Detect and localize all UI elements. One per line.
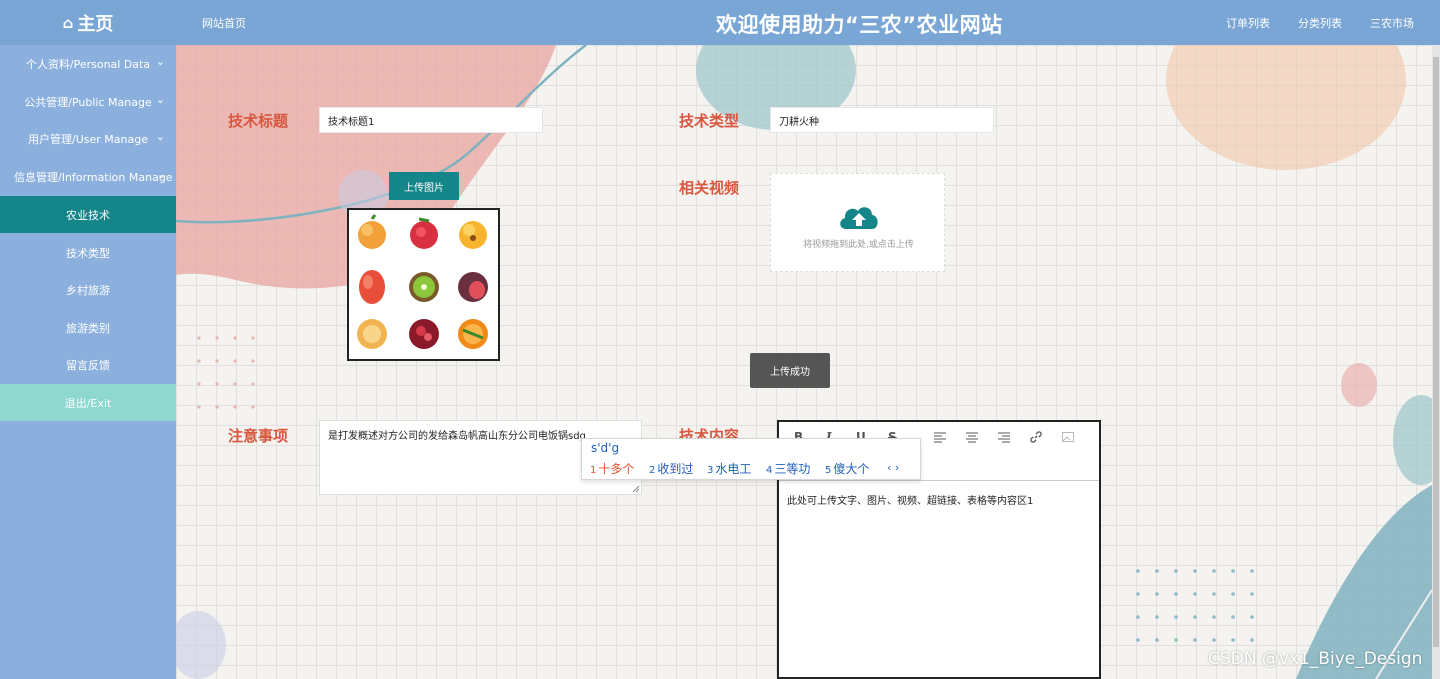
align-right-icon[interactable]: [998, 432, 1010, 443]
nav-market[interactable]: 三农市场: [1370, 15, 1414, 31]
sidebar-item-tour-category[interactable]: 旅游类别: [0, 309, 176, 346]
sidebar-item-information-manage[interactable]: 信息管理/Information Manage ⌄: [0, 158, 176, 195]
sidebar-item-label: 技术类型: [66, 246, 110, 260]
cloud-upload-icon: [840, 207, 878, 229]
type-label: 技术类型: [679, 112, 740, 130]
scrollbar-thumb[interactable]: [1433, 57, 1439, 647]
title-label: 技术标题: [228, 112, 289, 130]
home-brand[interactable]: ⌂ 主页: [0, 0, 176, 45]
sidebar-item-agri-tech[interactable]: 农业技术: [0, 196, 176, 233]
editor-content: 此处可上传文字、图片、视频、超链接、表格等内容区1: [787, 496, 1034, 507]
brand-label: 主页: [77, 13, 114, 35]
notes-text: 是打发概述对方公司的发给森岛帆高山东分公司电饭锅sdg: [328, 431, 586, 442]
site-title: 欢迎使用助力“三农”农业网站: [716, 13, 1003, 37]
upload-image-button[interactable]: 上传图片: [389, 172, 459, 200]
nav-category-list[interactable]: 分类列表: [1298, 15, 1342, 31]
sidebar-item-user-manage[interactable]: 用户管理/User Manage ⌄: [0, 120, 176, 157]
chevron-down-icon: ⌄: [156, 168, 166, 181]
title-input[interactable]: 技术标题1: [319, 107, 543, 133]
sidebar-item-label: 乡村旅游: [66, 283, 110, 297]
resize-handle-icon[interactable]: [632, 485, 640, 493]
sidebar-item-label: 退出/Exit: [64, 396, 112, 410]
sidebar-item-exit[interactable]: 退出/Exit: [0, 384, 176, 421]
home-icon: ⌂: [62, 13, 74, 32]
ime-candidate[interactable]: 5 傻大个: [825, 460, 869, 477]
nav-site-home[interactable]: 网站首页: [202, 15, 246, 31]
upload-success-toast: 上传成功: [750, 353, 830, 388]
ime-candidate[interactable]: 3 水电工: [707, 460, 751, 477]
sidebar: 个人资料/Personal Data ⌄ 公共管理/Public Manage …: [0, 45, 176, 679]
sidebar-item-label: 旅游类别: [66, 321, 110, 335]
notes-label: 注意事项: [228, 427, 289, 445]
sidebar-item-label: 信息管理/Information Manage: [14, 170, 173, 184]
sidebar-item-personal-data[interactable]: 个人资料/Personal Data ⌄: [0, 45, 176, 82]
image-icon[interactable]: [1062, 431, 1074, 443]
chevron-down-icon: ⌄: [155, 55, 165, 68]
chevron-down-icon: ⌄: [155, 93, 165, 106]
sidebar-item-label: 公共管理/Public Manage: [24, 95, 152, 109]
uploaded-image-thumbnail[interactable]: [347, 208, 500, 361]
ime-candidate[interactable]: 1 十多个: [590, 460, 634, 477]
type-input[interactable]: 刀耕火种: [770, 107, 994, 133]
sidebar-item-tech-type[interactable]: 技术类型: [0, 234, 176, 271]
video-upload-hint: 将视频拖到此处,或点击上传: [803, 240, 914, 250]
align-center-icon[interactable]: [966, 432, 978, 443]
page-scrollbar[interactable]: [1432, 45, 1440, 679]
ime-candidate[interactable]: 4 三等功: [766, 460, 810, 477]
chevron-down-icon: ⌄: [155, 130, 165, 143]
top-bar: ⌂ 主页 网站首页 欢迎使用助力“三农”农业网站 订单列表 分类列表 三农市场: [0, 0, 1440, 45]
ime-candidate-window: s'd'g 1 十多个 2 收到过 3 水电工 4 三等功 5 傻大个 ‹ ›: [581, 438, 921, 480]
ime-page-arrows[interactable]: ‹ ›: [887, 461, 899, 474]
sidebar-item-label: 用户管理/User Manage: [28, 132, 148, 146]
fruit-image: [357, 214, 488, 349]
sidebar-item-feedback[interactable]: 留言反馈: [0, 346, 176, 383]
video-label: 相关视频: [679, 179, 740, 197]
ime-composition: s'd'g: [591, 441, 620, 455]
video-upload-dropzone[interactable]: 将视频拖到此处,或点击上传: [770, 173, 945, 272]
link-icon[interactable]: [1030, 431, 1042, 443]
nav-order-list[interactable]: 订单列表: [1226, 15, 1270, 31]
sidebar-item-label: 留言反馈: [66, 358, 110, 372]
watermark: CSDN @vx1_Biye_Design: [1208, 649, 1423, 669]
sidebar-item-label: 个人资料/Personal Data: [25, 57, 151, 71]
sidebar-item-rural-tourism[interactable]: 乡村旅游: [0, 271, 176, 308]
sidebar-item-public-manage[interactable]: 公共管理/Public Manage ⌄: [0, 83, 176, 120]
align-left-icon[interactable]: [934, 432, 946, 443]
sidebar-item-label: 农业技术: [66, 208, 110, 222]
ime-candidate[interactable]: 2 收到过: [649, 460, 693, 477]
